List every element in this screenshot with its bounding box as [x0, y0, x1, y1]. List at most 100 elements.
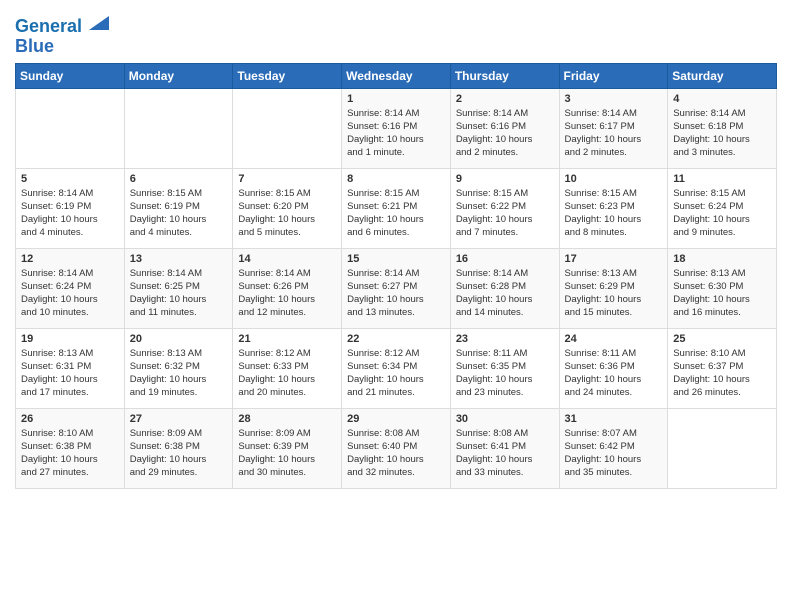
calendar-cell: 3 Sunrise: 8:14 AMSunset: 6:17 PMDaylight… [559, 88, 668, 168]
day-info: Sunrise: 8:15 AMSunset: 6:22 PMDaylight:… [456, 187, 554, 240]
day-number: 3 [565, 93, 663, 105]
logo-blue: Blue [15, 37, 109, 57]
calendar-cell: 28 Sunrise: 8:09 AMSunset: 6:39 PMDayligh… [233, 408, 342, 488]
day-number: 15 [347, 253, 445, 265]
day-number: 16 [456, 253, 554, 265]
day-info: Sunrise: 8:13 AMSunset: 6:30 PMDaylight:… [673, 267, 771, 320]
day-info: Sunrise: 8:14 AMSunset: 6:19 PMDaylight:… [21, 187, 119, 240]
calendar-cell: 15 Sunrise: 8:14 AMSunset: 6:27 PMDayligh… [342, 248, 451, 328]
day-info: Sunrise: 8:10 AMSunset: 6:37 PMDaylight:… [673, 347, 771, 400]
day-info: Sunrise: 8:15 AMSunset: 6:20 PMDaylight:… [238, 187, 336, 240]
day-number: 11 [673, 173, 771, 185]
day-number: 22 [347, 333, 445, 345]
day-info: Sunrise: 8:09 AMSunset: 6:39 PMDaylight:… [238, 427, 336, 480]
logo-text: General [15, 10, 109, 37]
calendar-cell: 29 Sunrise: 8:08 AMSunset: 6:40 PMDayligh… [342, 408, 451, 488]
calendar-cell [233, 88, 342, 168]
day-info: Sunrise: 8:14 AMSunset: 6:16 PMDaylight:… [456, 107, 554, 160]
calendar-cell: 27Sunrise: 8:09 AMSunset: 6:38 PMDayligh… [124, 408, 233, 488]
calendar-cell: 7 Sunrise: 8:15 AMSunset: 6:20 PMDaylight… [233, 168, 342, 248]
calendar-cell: 22Sunrise: 8:12 AMSunset: 6:34 PMDayligh… [342, 328, 451, 408]
day-number: 26 [21, 413, 119, 425]
calendar-cell: 30 Sunrise: 8:08 AMSunset: 6:41 PMDayligh… [450, 408, 559, 488]
week-row-5: 26 Sunrise: 8:10 AMSunset: 6:38 PMDayligh… [16, 408, 777, 488]
logo-general: General [15, 16, 82, 36]
calendar-cell: 26 Sunrise: 8:10 AMSunset: 6:38 PMDayligh… [16, 408, 125, 488]
day-info: Sunrise: 8:08 AMSunset: 6:40 PMDaylight:… [347, 427, 445, 480]
calendar-cell [668, 408, 777, 488]
week-row-1: 1 Sunrise: 8:14 AMSunset: 6:16 PMDaylight… [16, 88, 777, 168]
page-container: General Blue SundayMondayTuesdayWednesda… [0, 0, 792, 499]
day-number: 29 [347, 413, 445, 425]
day-number: 1 [347, 93, 445, 105]
calendar-cell [124, 88, 233, 168]
week-row-4: 19Sunrise: 8:13 AMSunset: 6:31 PMDayligh… [16, 328, 777, 408]
calendar-body: 1 Sunrise: 8:14 AMSunset: 6:16 PMDaylight… [16, 88, 777, 488]
calendar-cell: 14Sunrise: 8:14 AMSunset: 6:26 PMDayligh… [233, 248, 342, 328]
calendar-cell: 10Sunrise: 8:15 AMSunset: 6:23 PMDayligh… [559, 168, 668, 248]
day-number: 5 [21, 173, 119, 185]
day-number: 10 [565, 173, 663, 185]
day-info: Sunrise: 8:10 AMSunset: 6:38 PMDaylight:… [21, 427, 119, 480]
calendar-cell: 1 Sunrise: 8:14 AMSunset: 6:16 PMDaylight… [342, 88, 451, 168]
day-info: Sunrise: 8:14 AMSunset: 6:25 PMDaylight:… [130, 267, 228, 320]
header: General Blue [15, 10, 777, 57]
day-info: Sunrise: 8:14 AMSunset: 6:17 PMDaylight:… [565, 107, 663, 160]
calendar-cell: 4 Sunrise: 8:14 AMSunset: 6:18 PMDaylight… [668, 88, 777, 168]
day-info: Sunrise: 8:11 AMSunset: 6:35 PMDaylight:… [456, 347, 554, 400]
header-day-saturday: Saturday [668, 63, 777, 88]
calendar-cell: 13Sunrise: 8:14 AMSunset: 6:25 PMDayligh… [124, 248, 233, 328]
calendar-cell: 6 Sunrise: 8:15 AMSunset: 6:19 PMDaylight… [124, 168, 233, 248]
day-number: 7 [238, 173, 336, 185]
day-info: Sunrise: 8:08 AMSunset: 6:41 PMDaylight:… [456, 427, 554, 480]
day-number: 19 [21, 333, 119, 345]
day-number: 25 [673, 333, 771, 345]
day-info: Sunrise: 8:14 AMSunset: 6:18 PMDaylight:… [673, 107, 771, 160]
header-day-thursday: Thursday [450, 63, 559, 88]
day-number: 30 [456, 413, 554, 425]
day-info: Sunrise: 8:14 AMSunset: 6:16 PMDaylight:… [347, 107, 445, 160]
calendar-cell: 23 Sunrise: 8:11 AMSunset: 6:35 PMDayligh… [450, 328, 559, 408]
week-row-2: 5 Sunrise: 8:14 AMSunset: 6:19 PMDaylight… [16, 168, 777, 248]
day-number: 8 [347, 173, 445, 185]
calendar-cell: 16 Sunrise: 8:14 AMSunset: 6:28 PMDayligh… [450, 248, 559, 328]
calendar-cell: 31Sunrise: 8:07 AMSunset: 6:42 PMDayligh… [559, 408, 668, 488]
calendar-cell: 19Sunrise: 8:13 AMSunset: 6:31 PMDayligh… [16, 328, 125, 408]
day-info: Sunrise: 8:14 AMSunset: 6:27 PMDaylight:… [347, 267, 445, 320]
day-number: 24 [565, 333, 663, 345]
calendar-cell: 21Sunrise: 8:12 AMSunset: 6:33 PMDayligh… [233, 328, 342, 408]
calendar-cell: 5 Sunrise: 8:14 AMSunset: 6:19 PMDaylight… [16, 168, 125, 248]
logo: General Blue [15, 10, 109, 57]
day-number: 2 [456, 93, 554, 105]
day-number: 18 [673, 253, 771, 265]
day-number: 6 [130, 173, 228, 185]
day-info: Sunrise: 8:11 AMSunset: 6:36 PMDaylight:… [565, 347, 663, 400]
calendar-cell: 18 Sunrise: 8:13 AMSunset: 6:30 PMDayligh… [668, 248, 777, 328]
calendar-cell: 12 Sunrise: 8:14 AMSunset: 6:24 PMDayligh… [16, 248, 125, 328]
header-day-wednesday: Wednesday [342, 63, 451, 88]
day-number: 4 [673, 93, 771, 105]
day-info: Sunrise: 8:14 AMSunset: 6:28 PMDaylight:… [456, 267, 554, 320]
calendar-cell: 11Sunrise: 8:15 AMSunset: 6:24 PMDayligh… [668, 168, 777, 248]
day-info: Sunrise: 8:13 AMSunset: 6:29 PMDaylight:… [565, 267, 663, 320]
day-info: Sunrise: 8:15 AMSunset: 6:21 PMDaylight:… [347, 187, 445, 240]
calendar-cell: 17Sunrise: 8:13 AMSunset: 6:29 PMDayligh… [559, 248, 668, 328]
day-number: 12 [21, 253, 119, 265]
calendar-cell [16, 88, 125, 168]
day-info: Sunrise: 8:15 AMSunset: 6:19 PMDaylight:… [130, 187, 228, 240]
header-row: SundayMondayTuesdayWednesdayThursdayFrid… [16, 63, 777, 88]
logo-icon [89, 8, 109, 30]
day-number: 9 [456, 173, 554, 185]
calendar-header: SundayMondayTuesdayWednesdayThursdayFrid… [16, 63, 777, 88]
week-row-3: 12 Sunrise: 8:14 AMSunset: 6:24 PMDayligh… [16, 248, 777, 328]
calendar-cell: 2 Sunrise: 8:14 AMSunset: 6:16 PMDaylight… [450, 88, 559, 168]
day-number: 21 [238, 333, 336, 345]
header-day-monday: Monday [124, 63, 233, 88]
day-info: Sunrise: 8:07 AMSunset: 6:42 PMDaylight:… [565, 427, 663, 480]
day-info: Sunrise: 8:14 AMSunset: 6:26 PMDaylight:… [238, 267, 336, 320]
calendar-cell: 8 Sunrise: 8:15 AMSunset: 6:21 PMDaylight… [342, 168, 451, 248]
day-info: Sunrise: 8:14 AMSunset: 6:24 PMDaylight:… [21, 267, 119, 320]
day-number: 28 [238, 413, 336, 425]
day-number: 23 [456, 333, 554, 345]
calendar-table: SundayMondayTuesdayWednesdayThursdayFrid… [15, 63, 777, 489]
